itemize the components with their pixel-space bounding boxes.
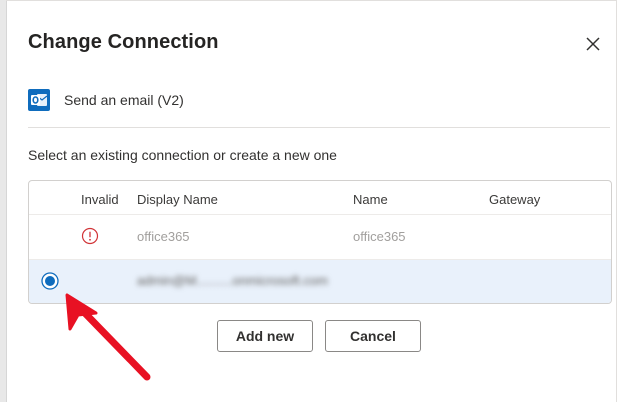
redacted-connection-name: admin@M..........onmicrosoft.com bbox=[137, 273, 328, 288]
row-name: office365 bbox=[353, 229, 406, 244]
outlook-icon bbox=[28, 89, 50, 111]
row-display-name: office365 bbox=[137, 229, 190, 244]
radio-selected[interactable] bbox=[41, 272, 59, 290]
connection-prompt: Select an existing connection or create … bbox=[28, 147, 337, 163]
dialog-title: Change Connection bbox=[28, 31, 219, 53]
header-gateway[interactable]: Gateway bbox=[489, 192, 540, 207]
add-new-button[interactable]: Add new bbox=[217, 320, 313, 352]
right-edge-panel bbox=[616, 0, 633, 402]
table-row-selected[interactable]: admin@M..........onmicrosoft.com bbox=[29, 260, 611, 303]
header-display-name[interactable]: Display Name bbox=[137, 192, 218, 207]
left-edge-panel bbox=[0, 0, 7, 402]
section-divider bbox=[28, 127, 610, 128]
action-info: Send an email (V2) bbox=[28, 87, 184, 113]
action-name: Send an email (V2) bbox=[64, 92, 184, 108]
top-border bbox=[6, 0, 616, 1]
change-connection-dialog: Change Connection Send an email (V2) Sel… bbox=[0, 0, 633, 402]
header-invalid: Invalid bbox=[81, 192, 119, 207]
header-name[interactable]: Name bbox=[353, 192, 388, 207]
close-icon[interactable] bbox=[582, 33, 604, 55]
warning-circle-icon bbox=[81, 227, 99, 245]
connections-table: Invalid Display Name Name Gateway office… bbox=[28, 180, 612, 304]
table-row[interactable]: office365 office365 bbox=[29, 215, 611, 259]
cancel-button[interactable]: Cancel bbox=[325, 320, 421, 352]
